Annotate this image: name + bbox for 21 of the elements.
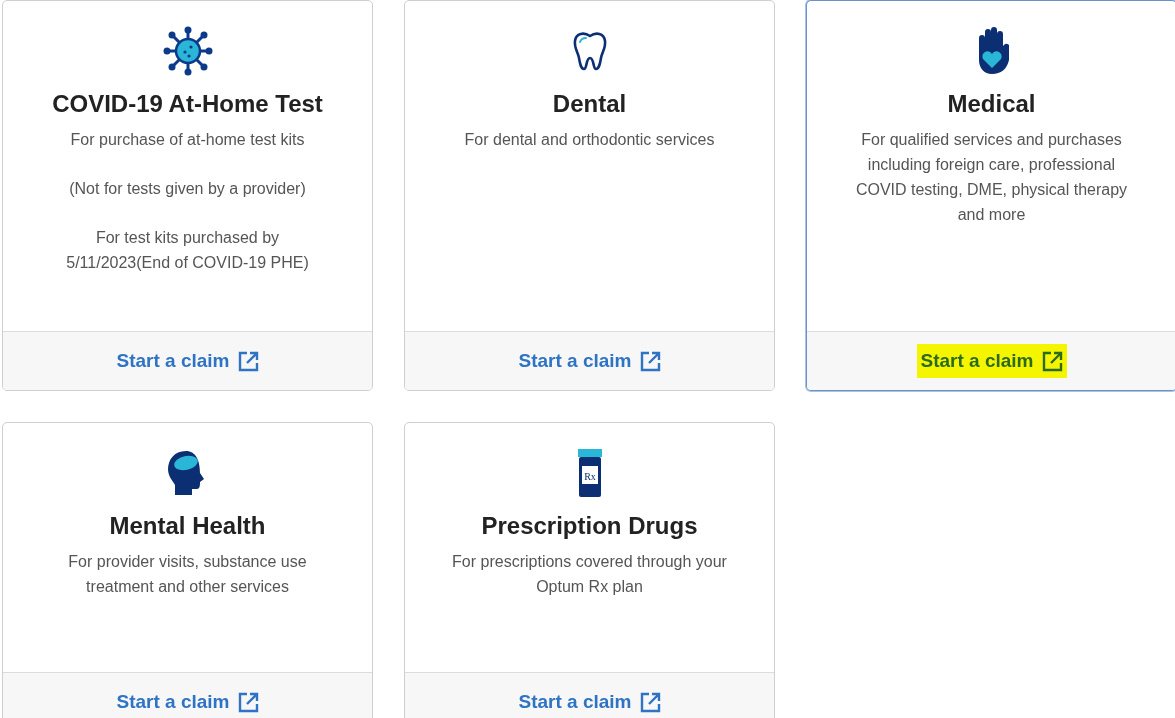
external-link-icon [237, 350, 259, 372]
card-title: Medical [947, 89, 1036, 119]
card-description: For test kits purchased by 5/11/2023(End of COVID-19 PHE) [65, 228, 310, 273]
card-description: For provider visits, substance use treatment and other services [67, 552, 308, 597]
card-description: (Not for tests given by a provider) [69, 179, 306, 199]
external-link-icon [237, 691, 259, 713]
card-title: Prescription Drugs [481, 511, 698, 541]
card-title: COVID-19 At-Home Test [52, 89, 323, 119]
start-claim-link[interactable]: Start a claim [916, 343, 1067, 379]
virus-icon [161, 25, 214, 77]
external-link-icon [639, 691, 661, 713]
card-description: For prescriptions covered through your Optum Rx plan [451, 552, 728, 597]
card-title: Dental [552, 89, 627, 119]
card-description: For qualified services and purchases including foreign care, professional COVID testing, DME, physical therapy and more [854, 130, 1129, 225]
pill-bottle-icon [577, 449, 602, 497]
external-link-icon [1041, 350, 1063, 372]
card-description: For dental and orthodontic services [464, 130, 715, 150]
card-description: For purchase of at-home test kits [70, 130, 305, 150]
rx-label: Rx [583, 471, 596, 482]
card-title: Mental Health [109, 511, 266, 541]
external-link-icon [639, 350, 661, 372]
